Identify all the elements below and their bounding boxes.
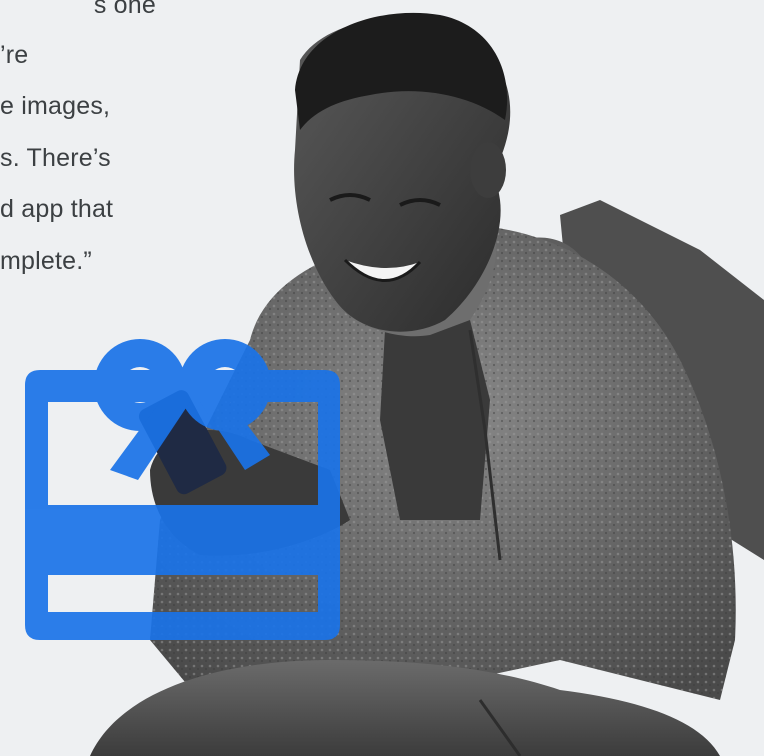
hero-photo [25, 12, 764, 756]
